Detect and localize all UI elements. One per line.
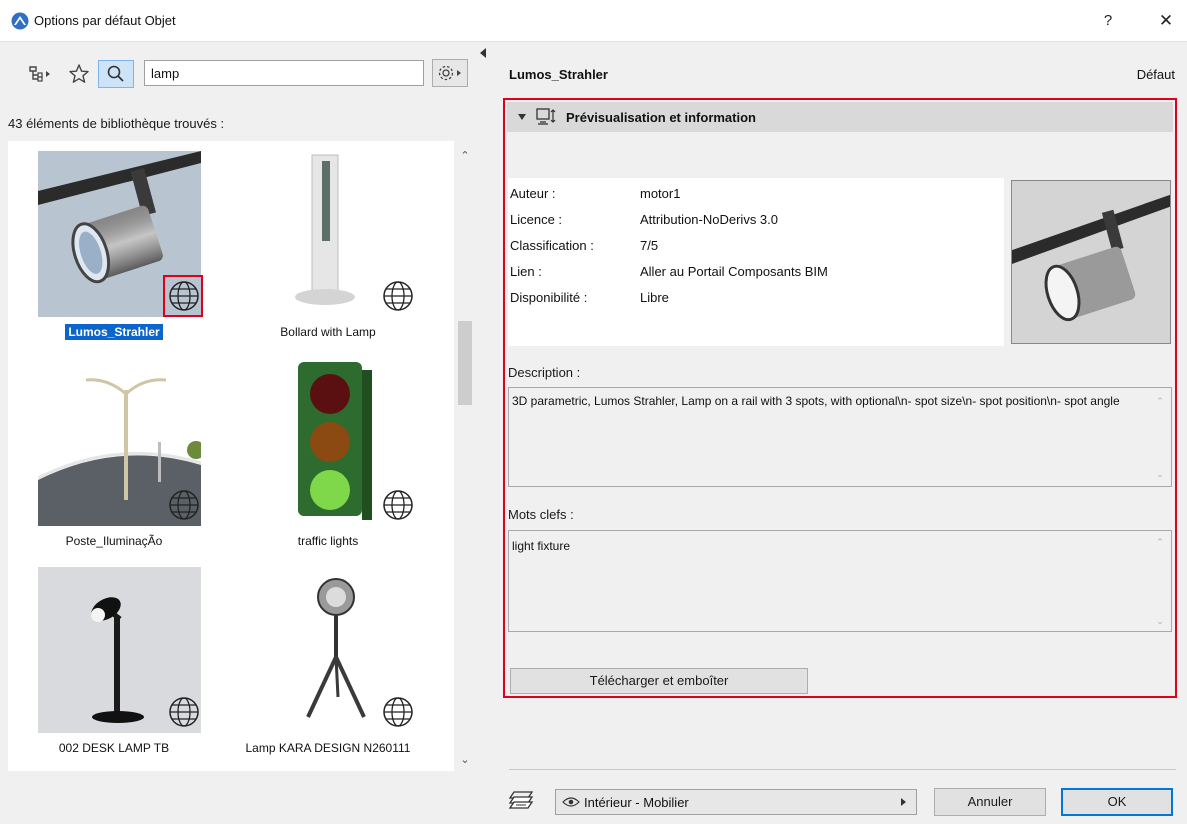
property-key: Licence : bbox=[510, 212, 563, 227]
ok-button[interactable]: OK bbox=[1061, 788, 1173, 816]
cancel-button[interactable]: Annuler bbox=[934, 788, 1046, 816]
property-key: Disponibilité : bbox=[510, 290, 588, 305]
preview-info-section: Prévisualisation et information Auteur :… bbox=[503, 98, 1177, 698]
window-title: Options par défaut Objet bbox=[34, 13, 176, 28]
description-text: 3D parametric, Lumos Strahler, Lamp on a… bbox=[512, 394, 1120, 408]
item-caption: 002 DESK LAMP TB bbox=[58, 741, 170, 755]
category-value: Intérieur - Mobilier bbox=[584, 794, 689, 810]
close-button[interactable]: ✕ bbox=[1146, 8, 1186, 34]
properties-table: Auteur : motor1 Licence : Attribution-No… bbox=[508, 178, 1004, 346]
object-name: Lumos_Strahler bbox=[509, 67, 608, 82]
property-value: motor1 bbox=[640, 186, 681, 201]
item-caption: traffic lights bbox=[297, 534, 359, 548]
settings-menu-button[interactable] bbox=[432, 59, 468, 87]
scroll-down-arrow-icon[interactable]: ⌄ bbox=[1153, 467, 1167, 482]
keywords-label: Mots clefs : bbox=[508, 507, 574, 522]
bim-portal-link[interactable]: Aller au Portail Composants BIM bbox=[640, 264, 828, 279]
archicad-app-icon bbox=[11, 12, 29, 30]
bim-globe-icon bbox=[383, 490, 413, 520]
title-bar: Options par défaut Objet ? ✕ bbox=[0, 0, 1187, 42]
scroll-thumb[interactable] bbox=[458, 321, 472, 405]
default-label: Défaut bbox=[1136, 67, 1175, 82]
object-preview-image bbox=[1011, 180, 1171, 344]
description-label: Description : bbox=[508, 365, 581, 380]
detail-panel: Lumos_Strahler Défaut Prévisualisation e… bbox=[494, 42, 1187, 824]
expand-triangle-icon bbox=[518, 114, 526, 120]
scroll-up-arrow-icon[interactable]: ⌃ bbox=[454, 145, 476, 167]
preview-info-icon bbox=[536, 108, 556, 125]
keywords-text: light fixture bbox=[512, 539, 571, 553]
dropdown-arrow-icon bbox=[901, 798, 906, 806]
item-caption: Lamp KARA DESIGN N260111 bbox=[245, 741, 411, 755]
bim-globe-icon bbox=[383, 281, 413, 311]
bim-globe-icon bbox=[169, 490, 199, 520]
search-icon bbox=[107, 65, 124, 82]
layer-icon[interactable] bbox=[508, 788, 536, 810]
bim-globe-icon bbox=[383, 697, 413, 727]
property-value: Attribution-NoDerivs 3.0 bbox=[640, 212, 778, 227]
eye-icon bbox=[562, 797, 580, 807]
section-header-preview[interactable]: Prévisualisation et information bbox=[507, 102, 1173, 132]
star-icon bbox=[69, 64, 89, 83]
property-row: Auteur : motor1 bbox=[508, 186, 1004, 206]
scroll-down-arrow-icon[interactable]: ⌄ bbox=[1153, 616, 1167, 627]
property-row: Disponibilité : Libre bbox=[508, 290, 1004, 310]
property-value: 7/5 bbox=[640, 238, 659, 253]
property-row: Licence : Attribution-NoDerivs 3.0 bbox=[508, 212, 1004, 232]
description-textarea[interactable]: 3D parametric, Lumos Strahler, Lamp on a… bbox=[508, 387, 1172, 487]
folder-tree-button[interactable] bbox=[28, 61, 54, 87]
keywords-textarea[interactable]: light fixture ⌃ ⌄ bbox=[508, 530, 1172, 632]
property-row: Classification : 7/5 bbox=[508, 238, 1004, 258]
collapse-panel-arrow-icon[interactable] bbox=[480, 48, 486, 58]
section-title: Prévisualisation et information bbox=[566, 109, 756, 125]
item-caption: Poste_IluminaçÃo bbox=[65, 534, 163, 548]
library-items-grid: Lumos_Strahler Bollard with Lamp Poste_I… bbox=[8, 141, 476, 771]
bim-globe-icon bbox=[169, 697, 199, 727]
property-value: Libre bbox=[640, 290, 669, 305]
gear-icon bbox=[438, 65, 461, 81]
help-button[interactable]: ? bbox=[1088, 8, 1128, 34]
grid-scrollbar[interactable]: ⌃ ⌄ bbox=[454, 141, 476, 771]
footer-divider bbox=[509, 769, 1176, 770]
item-name-selected: Lumos_Strahler bbox=[64, 323, 164, 341]
library-panel: 43 éléments de bibliothèque trouvés : bbox=[0, 42, 484, 824]
results-count-label: 43 éléments de bibliothèque trouvés : bbox=[8, 116, 225, 131]
scroll-down-arrow-icon[interactable]: ⌄ bbox=[454, 749, 476, 771]
scroll-up-arrow-icon[interactable]: ⌃ bbox=[1153, 537, 1167, 548]
globe-highlight-box bbox=[163, 275, 203, 317]
category-dropdown[interactable]: Intérieur - Mobilier bbox=[555, 789, 917, 815]
property-key: Auteur : bbox=[510, 186, 556, 201]
property-row: Lien : Aller au Portail Composants BIM bbox=[508, 264, 1004, 284]
property-key: Lien : bbox=[510, 264, 542, 279]
folder-tree-icon bbox=[29, 66, 50, 82]
search-mode-button[interactable] bbox=[98, 60, 134, 88]
item-caption: Lumos_Strahler bbox=[8, 323, 220, 341]
item-caption: Bollard with Lamp bbox=[280, 325, 376, 339]
scroll-up-arrow-icon[interactable]: ⌃ bbox=[1153, 394, 1167, 409]
search-input[interactable] bbox=[144, 60, 424, 86]
download-and-embed-button[interactable]: Télécharger et emboîter bbox=[510, 668, 808, 694]
favorites-button[interactable] bbox=[66, 61, 92, 87]
property-key: Classification : bbox=[510, 238, 594, 253]
